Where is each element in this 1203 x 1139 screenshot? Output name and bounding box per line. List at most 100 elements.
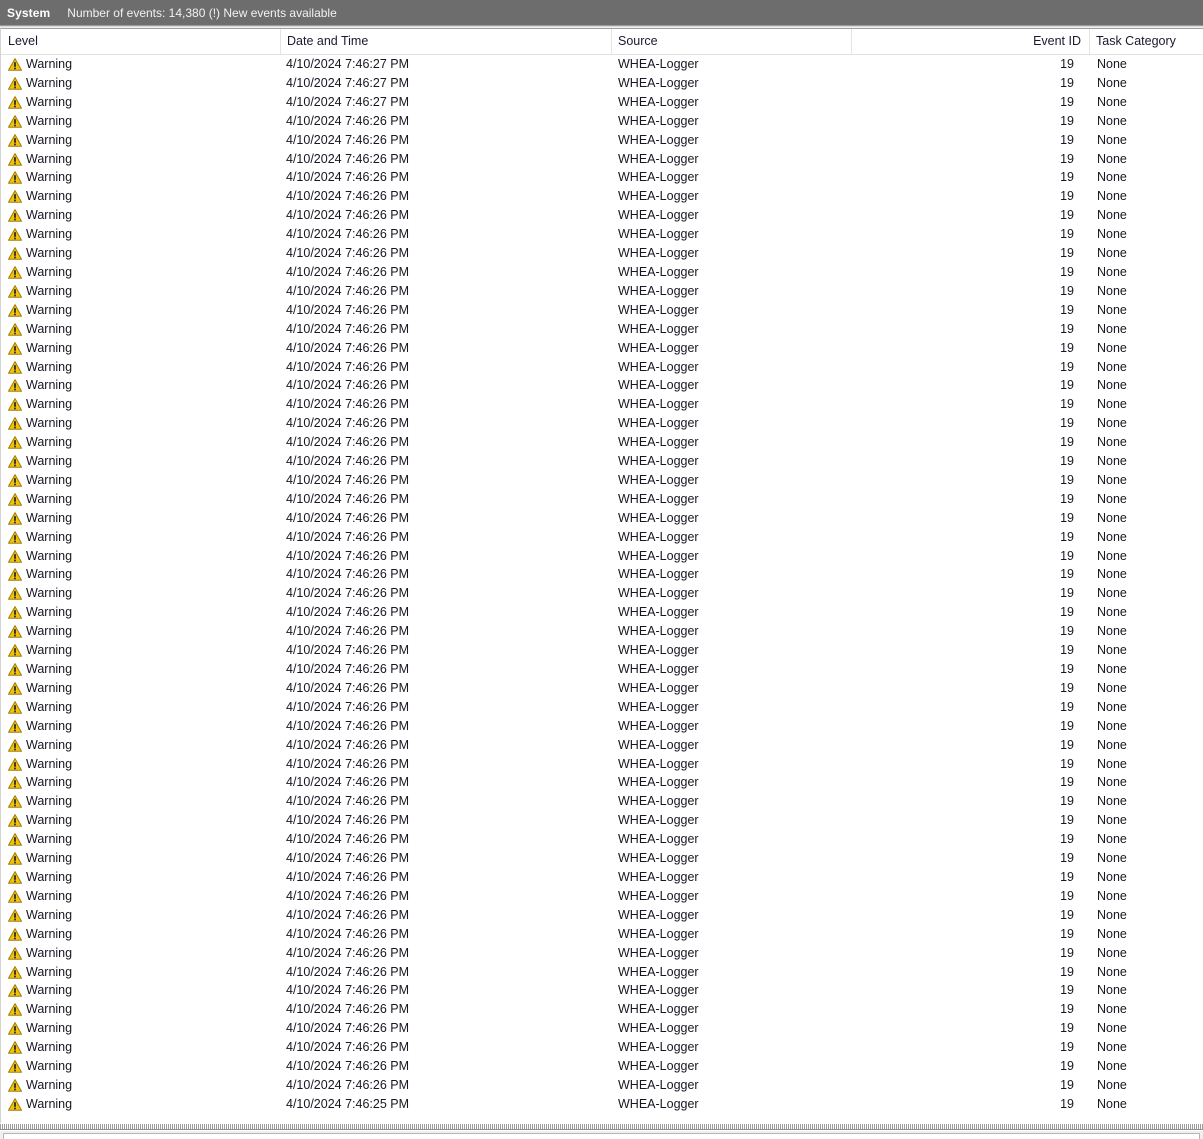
table-row[interactable]: Warning 4/10/2024 7:46:26 PM WHEA-Logger 19… [1, 1038, 1203, 1057]
table-row[interactable]: Warning 4/10/2024 7:46:26 PM WHEA-Logger 19… [1, 358, 1203, 377]
table-row[interactable]: Warning 4/10/2024 7:46:26 PM WHEA-Logger 19… [1, 925, 1203, 944]
table-row[interactable]: Warning 4/10/2024 7:46:26 PM WHEA-Logger 19… [1, 944, 1203, 963]
table-row[interactable]: Warning 4/10/2024 7:46:26 PM WHEA-Logger 19… [1, 830, 1203, 849]
table-row[interactable]: Warning 4/10/2024 7:46:26 PM WHEA-Logger 19… [1, 963, 1203, 982]
table-row[interactable]: Warning 4/10/2024 7:46:26 PM WHEA-Logger 19… [1, 1057, 1203, 1076]
table-row[interactable]: Warning 4/10/2024 7:46:26 PM WHEA-Logger 19… [1, 736, 1203, 755]
table-row[interactable]: Warning 4/10/2024 7:46:26 PM WHEA-Logger 19… [1, 150, 1203, 169]
table-row[interactable]: Warning 4/10/2024 7:46:26 PM WHEA-Logger 19… [1, 509, 1203, 528]
cell-eid: 19 [1060, 983, 1074, 998]
cell-eid: 19 [1060, 643, 1074, 658]
cell-source: WHEA-Logger [618, 964, 699, 979]
table-row[interactable]: Warning 4/10/2024 7:46:26 PM WHEA-Logger 19… [1, 339, 1203, 358]
log-status-bar: System Number of events: 14,380 (!) New … [0, 0, 1203, 25]
column-header-eid[interactable]: Event ID [852, 29, 1090, 54]
table-row[interactable]: Warning 4/10/2024 7:46:26 PM WHEA-Logger 19… [1, 301, 1203, 320]
cell-task: None [1097, 472, 1127, 487]
cell-level: Warning [26, 132, 73, 147]
cell-source: WHEA-Logger [618, 567, 699, 582]
table-row[interactable]: Warning 4/10/2024 7:46:26 PM WHEA-Logger 19… [1, 811, 1203, 830]
table-row[interactable]: Warning 4/10/2024 7:46:26 PM WHEA-Logger 19… [1, 282, 1203, 301]
table-row[interactable]: Warning 4/10/2024 7:46:26 PM WHEA-Logger 19… [1, 490, 1203, 509]
table-row[interactable]: Warning 4/10/2024 7:46:26 PM WHEA-Logger 19… [1, 565, 1203, 584]
cell-eid: 19 [1060, 529, 1074, 544]
cell-level: Warning [26, 832, 73, 847]
cell-date: 4/10/2024 7:46:26 PM [286, 548, 410, 563]
table-row[interactable]: Warning 4/10/2024 7:46:26 PM WHEA-Logger 19… [1, 433, 1203, 452]
column-header-task[interactable]: Task Category [1090, 29, 1203, 54]
table-row[interactable]: Warning 4/10/2024 7:46:27 PM WHEA-Logger 19… [1, 93, 1203, 112]
cell-date: 4/10/2024 7:46:26 PM [286, 491, 410, 506]
table-row[interactable]: Warning 4/10/2024 7:46:26 PM WHEA-Logger 19… [1, 717, 1203, 736]
table-row[interactable]: Warning 4/10/2024 7:46:26 PM WHEA-Logger 19… [1, 981, 1203, 1000]
cell-date: 4/10/2024 7:46:26 PM [286, 529, 410, 544]
table-row[interactable]: Warning 4/10/2024 7:46:26 PM WHEA-Logger 19… [1, 773, 1203, 792]
column-header-level[interactable]: Level [2, 29, 281, 54]
cell-level: Warning [26, 1021, 73, 1036]
table-row[interactable]: Warning 4/10/2024 7:46:26 PM WHEA-Logger 19… [1, 868, 1203, 887]
cell-level: Warning [26, 454, 73, 469]
table-row[interactable]: Warning 4/10/2024 7:46:26 PM WHEA-Logger 19… [1, 679, 1203, 698]
table-row[interactable]: Warning 4/10/2024 7:46:26 PM WHEA-Logger 19… [1, 849, 1203, 868]
cell-task: None [1097, 964, 1127, 979]
cell-eid: 19 [1060, 302, 1074, 317]
cell-source: WHEA-Logger [618, 397, 699, 412]
cell-eid: 19 [1060, 113, 1074, 128]
table-row[interactable]: Warning 4/10/2024 7:46:26 PM WHEA-Logger 19… [1, 641, 1203, 660]
table-row[interactable]: Warning 4/10/2024 7:46:26 PM WHEA-Logger 19… [1, 320, 1203, 339]
table-row[interactable]: Warning 4/10/2024 7:46:26 PM WHEA-Logger 19… [1, 755, 1203, 774]
cell-eid: 19 [1060, 567, 1074, 582]
table-row[interactable]: Warning 4/10/2024 7:46:26 PM WHEA-Logger 19… [1, 906, 1203, 925]
cell-eid: 19 [1060, 378, 1074, 393]
table-row[interactable]: Warning 4/10/2024 7:46:26 PM WHEA-Logger 19… [1, 225, 1203, 244]
table-row[interactable]: Warning 4/10/2024 7:46:26 PM WHEA-Logger 19… [1, 1076, 1203, 1095]
table-row[interactable]: Warning 4/10/2024 7:46:26 PM WHEA-Logger 19… [1, 887, 1203, 906]
table-row[interactable]: Warning 4/10/2024 7:46:26 PM WHEA-Logger 19… [1, 376, 1203, 395]
cell-date: 4/10/2024 7:46:26 PM [286, 113, 410, 128]
event-list-view[interactable]: Level Date and Time Source Event ID Task Cat… [0, 28, 1203, 1123]
table-row[interactable]: Warning 4/10/2024 7:46:26 PM WHEA-Logger 19… [1, 622, 1203, 641]
cell-level: Warning [26, 94, 73, 109]
column-header-row[interactable]: Level Date and Time Source Event ID Task Cat… [1, 29, 1203, 55]
cell-level: Warning [26, 586, 73, 601]
cell-task: None [1097, 1096, 1127, 1111]
table-row[interactable]: Warning 4/10/2024 7:46:26 PM WHEA-Logger 19… [1, 206, 1203, 225]
table-row[interactable]: Warning 4/10/2024 7:46:26 PM WHEA-Logger 19… [1, 698, 1203, 717]
column-header-date[interactable]: Date and Time [281, 29, 612, 54]
table-row[interactable]: Warning 4/10/2024 7:46:26 PM WHEA-Logger 19… [1, 131, 1203, 150]
table-row[interactable]: Warning 4/10/2024 7:46:26 PM WHEA-Logger 19… [1, 471, 1203, 490]
cell-level: Warning [26, 983, 73, 998]
table-row[interactable]: Warning 4/10/2024 7:46:26 PM WHEA-Logger 19… [1, 603, 1203, 622]
table-row[interactable]: Warning 4/10/2024 7:46:26 PM WHEA-Logger 19… [1, 584, 1203, 603]
cell-level: Warning [26, 264, 73, 279]
table-row[interactable]: Warning 4/10/2024 7:46:26 PM WHEA-Logger 19… [1, 1000, 1203, 1019]
table-row[interactable]: Warning 4/10/2024 7:46:26 PM WHEA-Logger 19… [1, 263, 1203, 282]
cell-date: 4/10/2024 7:46:26 PM [286, 926, 410, 941]
column-header-source[interactable]: Source [612, 29, 852, 54]
cell-level: Warning [26, 869, 73, 884]
table-row[interactable]: Warning 4/10/2024 7:46:26 PM WHEA-Logger 19… [1, 112, 1203, 131]
table-row[interactable]: Warning 4/10/2024 7:46:26 PM WHEA-Logger 19… [1, 528, 1203, 547]
table-row[interactable]: Warning 4/10/2024 7:46:26 PM WHEA-Logger 19… [1, 395, 1203, 414]
table-row[interactable]: Warning 4/10/2024 7:46:25 PM WHEA-Logger 19… [1, 1095, 1203, 1114]
table-row[interactable]: Warning 4/10/2024 7:46:26 PM WHEA-Logger 19… [1, 660, 1203, 679]
cell-source: WHEA-Logger [618, 1040, 699, 1055]
table-row[interactable]: Warning 4/10/2024 7:46:26 PM WHEA-Logger 19… [1, 792, 1203, 811]
table-row[interactable]: Warning 4/10/2024 7:46:26 PM WHEA-Logger 19… [1, 1019, 1203, 1038]
table-row[interactable]: Warning 4/10/2024 7:46:26 PM WHEA-Logger 19… [1, 187, 1203, 206]
horizontal-splitter[interactable] [0, 1123, 1203, 1130]
cell-task: None [1097, 945, 1127, 960]
cell-level: Warning [26, 472, 73, 487]
event-viewer-log-pane: System Number of events: 14,380 (!) New … [0, 0, 1203, 1139]
table-row[interactable]: Warning 4/10/2024 7:46:26 PM WHEA-Logger 19… [1, 244, 1203, 263]
table-row[interactable]: Warning 4/10/2024 7:46:26 PM WHEA-Logger 19… [1, 452, 1203, 471]
table-row[interactable]: Warning 4/10/2024 7:46:26 PM WHEA-Logger 19… [1, 547, 1203, 566]
table-row[interactable]: Warning 4/10/2024 7:46:27 PM WHEA-Logger 19… [1, 55, 1203, 74]
event-rows-container[interactable]: Warning 4/10/2024 7:46:27 PM WHEA-Logger 19… [1, 55, 1203, 1123]
cell-eid: 19 [1060, 869, 1074, 884]
cell-source: WHEA-Logger [618, 246, 699, 261]
table-row[interactable]: Warning 4/10/2024 7:46:26 PM WHEA-Logger 19… [1, 414, 1203, 433]
table-row[interactable]: Warning 4/10/2024 7:46:26 PM WHEA-Logger 19… [1, 168, 1203, 187]
cell-date: 4/10/2024 7:46:26 PM [286, 567, 410, 582]
table-row[interactable]: Warning 4/10/2024 7:46:27 PM WHEA-Logger 19… [1, 74, 1203, 93]
